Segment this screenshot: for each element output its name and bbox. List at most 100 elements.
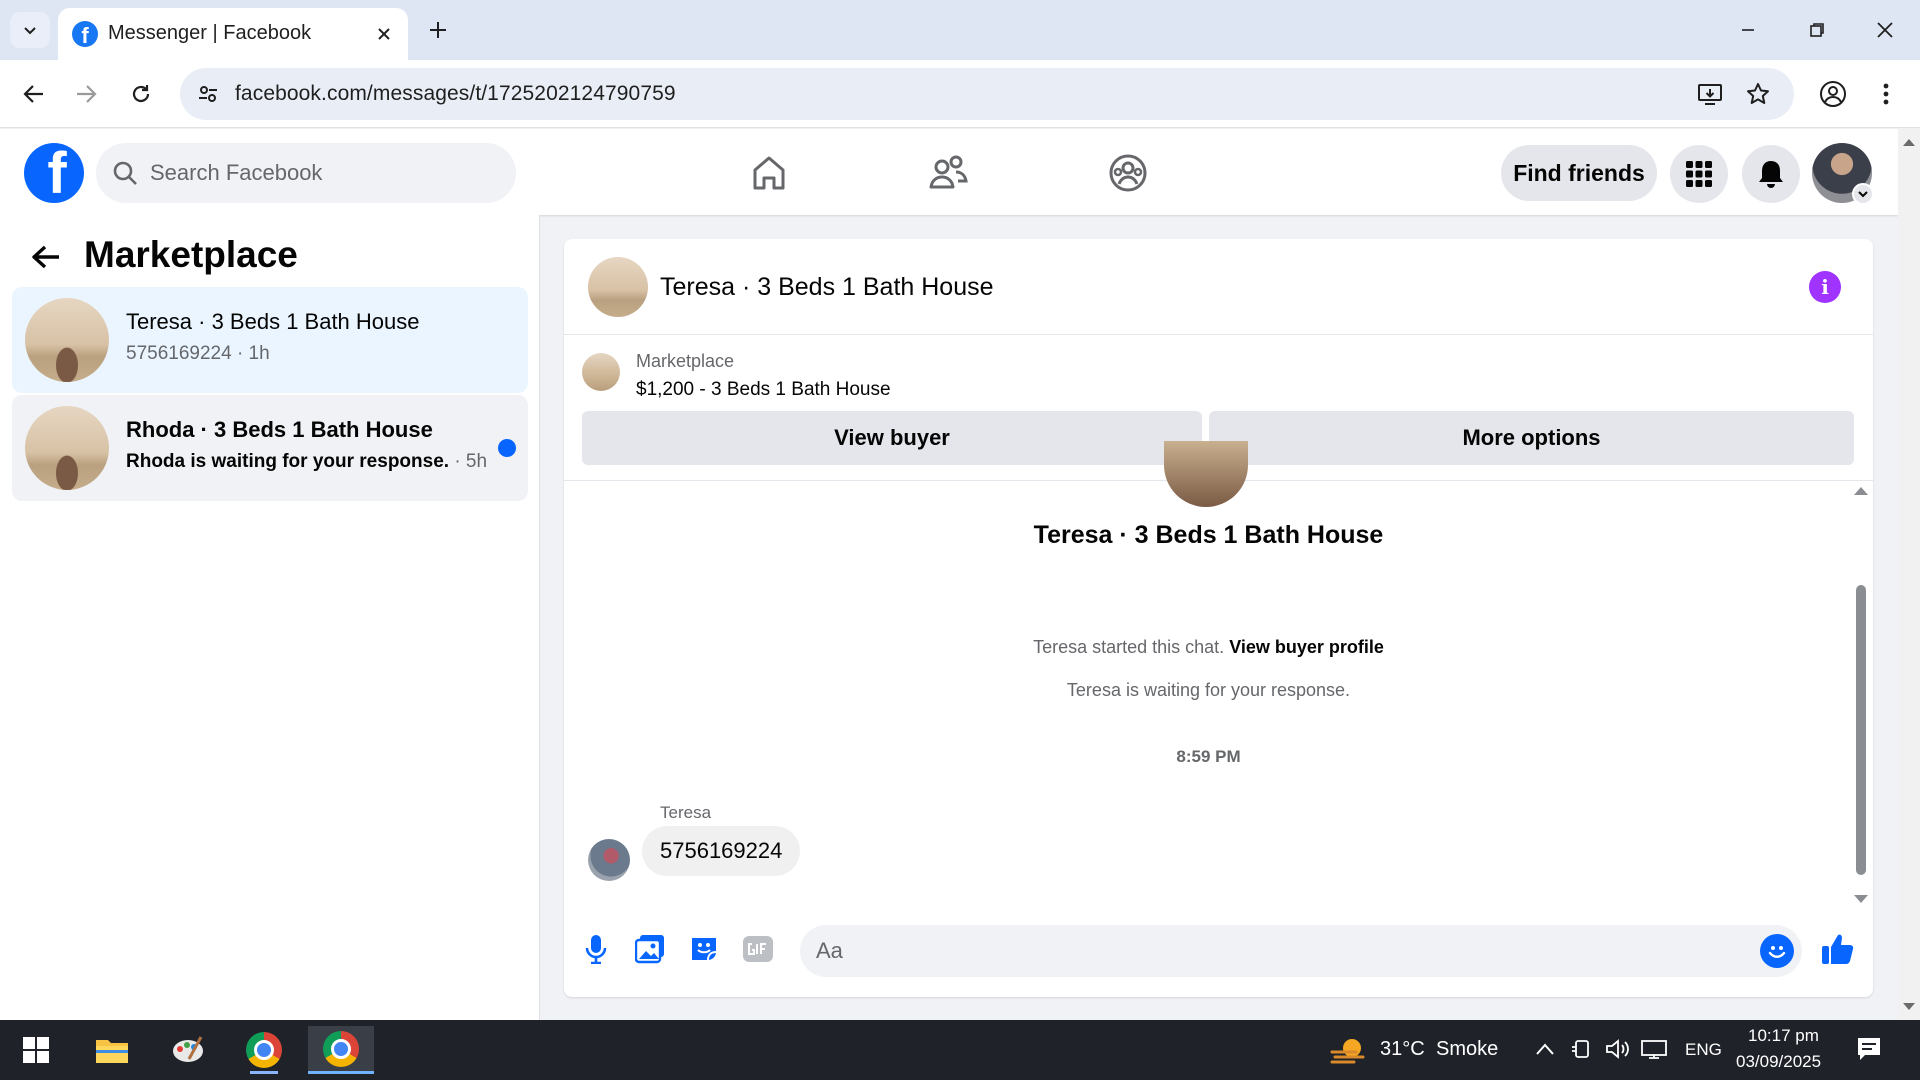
more-options-button[interactable]: More options — [1209, 411, 1854, 465]
conversation-name: Teresa · 3 Beds 1 Bath House — [126, 309, 420, 334]
menu-button[interactable] — [1670, 145, 1728, 203]
browser-menu-button[interactable] — [1866, 74, 1906, 114]
page-scrollbar[interactable] — [1898, 129, 1920, 1020]
scroll-down-arrow[interactable] — [1903, 1003, 1915, 1010]
tab-search-button[interactable] — [10, 12, 50, 48]
weather-description[interactable]: Smoke — [1436, 1038, 1498, 1061]
conversation-item[interactable]: Teresa · 3 Beds 1 Bath House 5756169224 … — [12, 287, 528, 393]
listing-thumbnail — [25, 406, 109, 490]
emoji-button[interactable] — [1760, 934, 1794, 968]
scroll-up-arrow[interactable] — [1854, 487, 1868, 495]
address-bar[interactable]: facebook.com/messages/t/1725202124790759 — [180, 68, 1794, 120]
sticker-icon — [692, 938, 717, 961]
listing-kicker: Marketplace — [636, 351, 735, 371]
volume-icon[interactable] — [1605, 1038, 1631, 1060]
close-icon — [1877, 22, 1893, 38]
weather-temperature[interactable]: 31°C — [1380, 1038, 1425, 1061]
reload-icon — [132, 85, 150, 103]
browser-toolbar: facebook.com/messages/t/1725202124790759 — [0, 60, 1920, 128]
message-input[interactable] — [816, 935, 1716, 967]
chat-intro-name: Teresa · 3 Beds 1 Bath House — [1033, 521, 1384, 549]
message-scrollbar[interactable] — [1853, 485, 1868, 903]
info-icon[interactable]: i — [1809, 271, 1841, 303]
chrome-profile-taskbar-button[interactable] — [308, 1026, 374, 1074]
arrow-left-icon — [23, 85, 43, 103]
groups-nav-button[interactable] — [1098, 147, 1158, 199]
grid-menu-icon — [1686, 161, 1712, 187]
chat-avatar[interactable] — [588, 257, 648, 317]
windows-logo-icon — [23, 1037, 49, 1063]
conversation-item[interactable]: Rhoda · 3 Beds 1 Bath House Rhoda is wai… — [12, 395, 528, 501]
close-window-button[interactable] — [1860, 10, 1910, 50]
new-tab-button[interactable] — [418, 12, 458, 48]
notifications-button[interactable] — [1742, 145, 1800, 203]
facebook-search[interactable] — [96, 143, 516, 203]
reload-button[interactable] — [121, 74, 161, 114]
minimize-button[interactable] — [1723, 10, 1773, 50]
sender-avatar[interactable] — [588, 839, 630, 881]
scroll-down-arrow[interactable] — [1854, 895, 1868, 903]
language-indicator[interactable]: ENG — [1685, 1040, 1722, 1060]
star-icon — [1747, 83, 1769, 104]
view-buyer-profile-link[interactable]: View buyer profile — [1229, 637, 1384, 657]
message-bubble[interactable]: 5756169224 — [642, 826, 801, 876]
chevron-down-icon — [1858, 191, 1868, 198]
facebook-logo[interactable]: f — [24, 143, 84, 203]
install-icon — [1698, 84, 1722, 105]
restore-button[interactable] — [1792, 10, 1842, 50]
site-settings-icon[interactable] — [192, 78, 224, 110]
chrome-taskbar-button[interactable] — [234, 1026, 294, 1074]
start-button[interactable] — [6, 1026, 66, 1074]
minimize-icon — [1742, 29, 1754, 31]
network-icon[interactable] — [1640, 1038, 1668, 1060]
device-icon[interactable] — [1571, 1038, 1593, 1060]
forward-button[interactable] — [66, 74, 106, 114]
listing-title[interactable]: $1,200 - 3 Beds 1 Bath House — [636, 379, 891, 401]
microphone-icon — [585, 935, 607, 964]
sticker-button[interactable] — [684, 929, 724, 969]
conversation-list-panel: Marketplace Teresa · 3 Beds 1 Bath House… — [0, 215, 540, 1020]
install-app-button[interactable] — [1692, 78, 1728, 110]
profile-button[interactable] — [1813, 74, 1853, 114]
smiley-icon — [1768, 946, 1786, 958]
windows-taskbar: 31°C Smoke ENG 10:17 pm 03/09/2025 — [0, 1020, 1920, 1080]
scroll-up-arrow[interactable] — [1903, 139, 1915, 146]
tab-close-button[interactable] — [370, 20, 398, 48]
listing-thumbnail — [25, 298, 109, 382]
friends-nav-button[interactable] — [918, 147, 978, 199]
sender-name: Teresa — [660, 803, 712, 822]
browser-tab-messenger[interactable]: f Messenger | Facebook — [58, 8, 408, 60]
clock-date[interactable]: 03/09/2025 — [1736, 1052, 1821, 1072]
back-button[interactable] — [26, 237, 66, 277]
like-button[interactable] — [1818, 929, 1858, 969]
gif-icon — [743, 936, 773, 962]
find-friends-button[interactable]: Find friends — [1501, 145, 1657, 201]
clock-time[interactable]: 10:17 pm — [1748, 1026, 1819, 1046]
search-icon — [113, 161, 137, 185]
gif-button[interactable] — [738, 929, 778, 969]
chat-title[interactable]: Teresa · 3 Beds 1 Bath House — [660, 273, 994, 302]
facebook-header: f Find friends — [0, 129, 1898, 215]
home-nav-button[interactable] — [739, 147, 799, 199]
file-explorer-button[interactable] — [82, 1026, 142, 1074]
close-icon — [378, 28, 390, 40]
home-icon — [753, 156, 785, 190]
message-list: Teresa · 3 Beds 1 Bath House Teresa star… — [564, 441, 1873, 901]
paint-app-button[interactable] — [158, 1026, 218, 1074]
panel-title: Marketplace — [84, 234, 298, 275]
unread-indicator — [498, 439, 516, 457]
voice-clip-button[interactable] — [576, 929, 616, 969]
chat-intro-avatar — [1164, 441, 1248, 507]
search-input[interactable] — [150, 157, 490, 189]
restore-icon — [1810, 23, 1824, 37]
weather-icon — [1330, 1039, 1365, 1064]
view-buyer-button[interactable]: View buyer — [582, 411, 1202, 465]
chevron-up-icon[interactable] — [1535, 1042, 1555, 1056]
message-input-container[interactable] — [800, 925, 1802, 977]
account-menu-chevron[interactable] — [1852, 183, 1874, 205]
back-button[interactable] — [14, 74, 54, 114]
scrollbar-thumb[interactable] — [1856, 585, 1866, 875]
bookmark-button[interactable] — [1740, 78, 1776, 110]
attach-media-button[interactable] — [630, 929, 670, 969]
notification-center-icon[interactable] — [1856, 1036, 1882, 1062]
